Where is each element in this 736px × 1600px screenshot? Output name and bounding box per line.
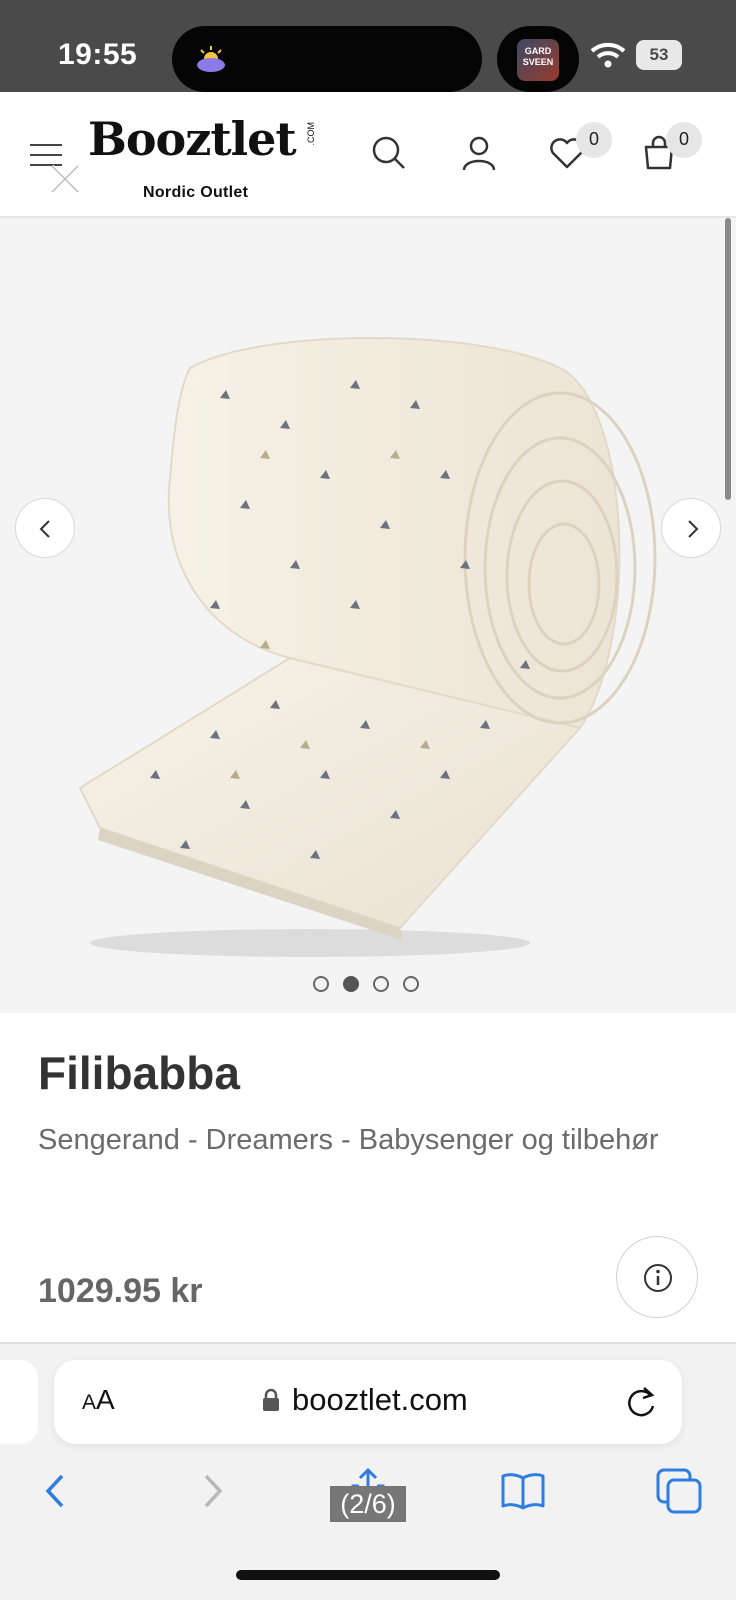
lock-icon bbox=[263, 1388, 279, 1411]
back-arrow-icon[interactable] bbox=[32, 1468, 78, 1514]
user-icon[interactable] bbox=[460, 134, 498, 172]
chevron-right-icon bbox=[688, 520, 699, 538]
battery-indicator: 53 bbox=[636, 40, 682, 70]
close-icon[interactable] bbox=[48, 162, 82, 196]
cart-count-badge: 0 bbox=[666, 122, 702, 158]
url-text[interactable]: booztlet.com bbox=[292, 1382, 468, 1418]
wishlist-count-badge: 0 bbox=[576, 122, 612, 158]
price-info-button[interactable] bbox=[616, 1236, 698, 1318]
previous-tab-card[interactable] bbox=[0, 1360, 38, 1444]
logo-wordmark: Booztlet bbox=[88, 112, 297, 166]
now-playing-indicator[interactable]: GARD SVEEN bbox=[497, 26, 579, 92]
product-image-bed-bumper[interactable] bbox=[60, 308, 680, 968]
address-bar[interactable]: AA booztlet.com bbox=[54, 1360, 682, 1444]
info-icon bbox=[644, 1264, 672, 1292]
podcast-artwork: GARD SVEEN bbox=[517, 39, 559, 81]
logo-tagline: Nordic Outlet bbox=[143, 184, 249, 201]
search-icon[interactable] bbox=[370, 134, 408, 172]
site-logo[interactable]: Booztlet .COM Nordic Outlet bbox=[88, 112, 318, 201]
page-counter: (2/6) bbox=[330, 1486, 406, 1522]
gallery-dot-3[interactable] bbox=[373, 976, 389, 992]
screen: 19:55 GARD SVEEN 53 Booztlet .COM Nordic… bbox=[0, 0, 736, 1600]
status-bar: 19:55 GARD SVEEN 53 bbox=[0, 0, 736, 92]
gallery-pagination bbox=[313, 976, 433, 996]
product-price: 1029.95 kr bbox=[38, 1272, 203, 1310]
forward-arrow-icon[interactable] bbox=[190, 1468, 236, 1514]
reload-icon[interactable] bbox=[624, 1384, 658, 1420]
gallery-dot-4[interactable] bbox=[403, 976, 419, 992]
product-subtitle: Sengerand - Dreamers - Babysenger og til… bbox=[38, 1124, 659, 1156]
product-brand[interactable]: Filibabba bbox=[38, 1046, 240, 1100]
wifi-icon bbox=[590, 42, 626, 68]
site-header: Booztlet .COM Nordic Outlet 0 0 bbox=[0, 92, 736, 218]
product-gallery[interactable] bbox=[0, 218, 736, 1013]
gallery-prev-button[interactable] bbox=[15, 498, 75, 558]
bookmarks-icon[interactable] bbox=[500, 1468, 546, 1514]
page-scrollbar[interactable] bbox=[725, 218, 731, 500]
reader-options-button[interactable]: AA bbox=[82, 1384, 115, 1416]
gallery-dot-2-active[interactable] bbox=[343, 976, 359, 992]
weather-icon bbox=[197, 46, 225, 72]
chevron-left-icon bbox=[39, 520, 50, 538]
dynamic-island bbox=[172, 26, 482, 92]
home-indicator[interactable] bbox=[236, 1570, 500, 1580]
logo-com: .COM bbox=[306, 122, 316, 146]
tabs-icon[interactable] bbox=[656, 1468, 702, 1514]
gallery-next-button[interactable] bbox=[661, 498, 721, 558]
status-time: 19:55 bbox=[58, 38, 138, 71]
gallery-dot-1[interactable] bbox=[313, 976, 329, 992]
